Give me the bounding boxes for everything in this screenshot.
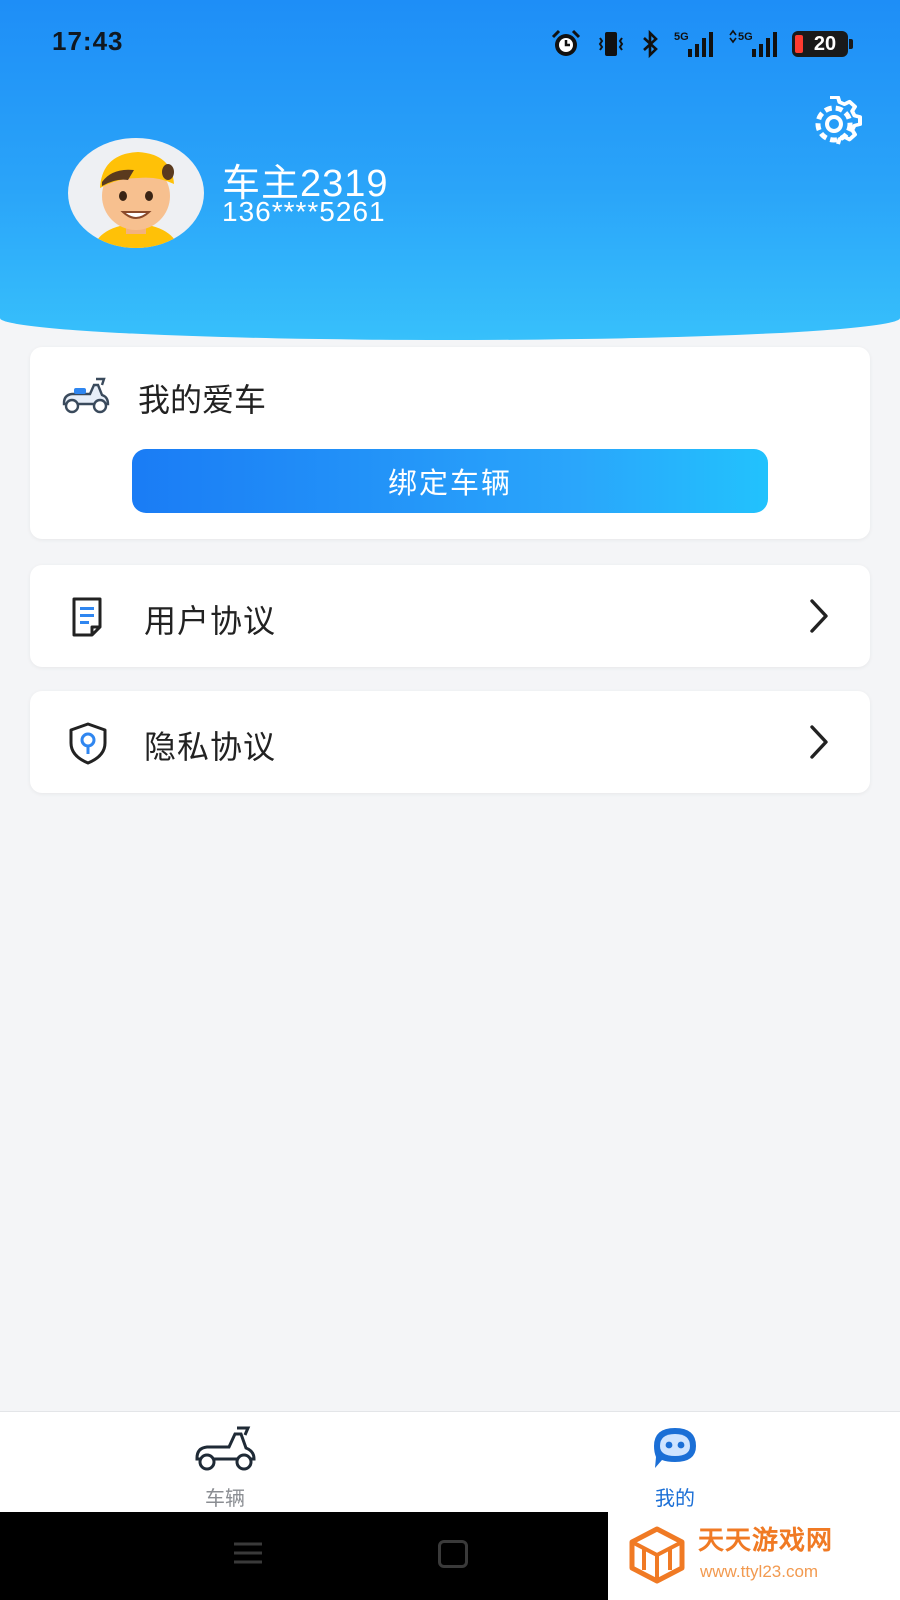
battery-level: 20 (813, 32, 837, 55)
network-label-1: 5G (674, 31, 689, 43)
alarm-icon (550, 29, 582, 59)
bind-vehicle-button[interactable]: 绑定车辆 (132, 449, 768, 513)
chevron-right-icon (810, 599, 828, 633)
user-phone: 136****5261 (222, 196, 386, 227)
document-icon (72, 597, 102, 637)
shield-icon (69, 722, 107, 765)
signal-5g-icon: 5G (674, 29, 714, 59)
my-car-title: 我的爱车 (138, 381, 267, 419)
status-time: 17:43 (52, 26, 124, 56)
avatar-boy-icon (94, 152, 178, 248)
status-icons: 5G 5G 20 (550, 28, 853, 60)
tab-label: 车辆 (205, 1486, 245, 1510)
tab-mine[interactable]: 我的 (575, 1412, 775, 1513)
bottom-tab-bar: 车辆 我的 (0, 1411, 900, 1512)
my-car-card: 我的爱车 绑定车辆 (30, 347, 870, 539)
menu-item-label: 隐私协议 (144, 728, 277, 766)
chevron-right-icon (810, 725, 828, 759)
network-label-2: 5G (738, 31, 753, 43)
tab-vehicle[interactable]: 车辆 (125, 1412, 325, 1513)
watermark-title: 天天游戏网 (698, 1526, 834, 1556)
scooter-icon (62, 377, 110, 414)
menu-item-privacy-agreement[interactable]: 隐私协议 (30, 691, 870, 793)
tab-label: 我的 (655, 1486, 695, 1510)
vibrate-icon (596, 29, 626, 59)
scooter-icon (195, 1426, 256, 1471)
watermark-logo-icon (629, 1526, 685, 1584)
battery-low-indicator (795, 35, 803, 53)
system-nav-bar (0, 1512, 608, 1600)
signal-5g-data-icon: 5G (728, 29, 778, 59)
status-bar: 17:43 5G 5G 20 (0, 0, 900, 88)
watermark: 天天游戏网 www.ttyl23.com (608, 1512, 900, 1600)
settings-button[interactable] (806, 95, 862, 152)
home-button[interactable] (438, 1540, 468, 1568)
gear-icon (815, 95, 862, 145)
menu-item-label: 用户协议 (144, 602, 277, 640)
battery-icon: 20 (792, 31, 853, 57)
avatar[interactable] (68, 138, 204, 248)
menu-item-user-agreement[interactable]: 用户协议 (30, 565, 870, 667)
bluetooth-icon (640, 29, 660, 59)
watermark-url: www.ttyl23.com (700, 1562, 819, 1581)
chat-bot-icon (654, 1428, 696, 1468)
menu-icon[interactable] (232, 1538, 264, 1568)
